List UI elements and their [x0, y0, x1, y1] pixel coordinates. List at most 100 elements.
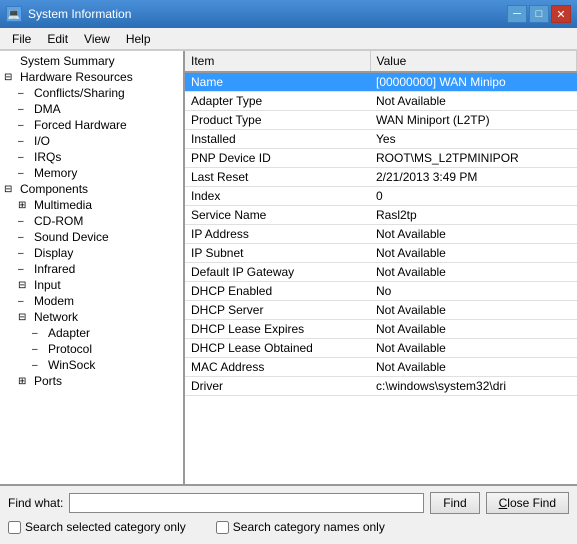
- maximize-button[interactable]: □: [529, 5, 549, 23]
- tree-label-components: Components: [20, 182, 88, 196]
- tree-item-conflicts-sharing[interactable]: –Conflicts/Sharing: [0, 85, 183, 101]
- menu-view[interactable]: View: [76, 30, 118, 48]
- cell-item: Name: [185, 72, 370, 92]
- cell-value: Not Available: [370, 244, 577, 263]
- tree-item-io[interactable]: –I/O: [0, 133, 183, 149]
- table-row[interactable]: Service NameRasl2tp: [185, 206, 577, 225]
- tree-item-modem[interactable]: –Modem: [0, 293, 183, 309]
- tree-label-sound-device: Sound Device: [34, 230, 109, 244]
- tree-icon-infrared: –: [18, 264, 32, 275]
- table-row[interactable]: InstalledYes: [185, 130, 577, 149]
- tree-label-winsock: WinSock: [48, 358, 95, 372]
- tree-item-protocol[interactable]: –Protocol: [0, 341, 183, 357]
- search-selected-category-label[interactable]: Search selected category only: [8, 520, 186, 534]
- cell-item: Installed: [185, 130, 370, 149]
- app-icon: 💻: [6, 6, 22, 22]
- column-item: Item: [185, 51, 370, 72]
- tree-item-multimedia[interactable]: ⊞Multimedia: [0, 197, 183, 213]
- table-panel[interactable]: Item Value Name[00000000] WAN MinipoAdap…: [185, 51, 577, 484]
- menu-file[interactable]: File: [4, 30, 39, 48]
- tree-item-forced-hardware[interactable]: –Forced Hardware: [0, 117, 183, 133]
- table-row[interactable]: Product TypeWAN Miniport (L2TP): [185, 111, 577, 130]
- cell-value: Not Available: [370, 225, 577, 244]
- tree-label-io: I/O: [34, 134, 50, 148]
- tree-item-sound-device[interactable]: –Sound Device: [0, 229, 183, 245]
- tree-icon-display: –: [18, 248, 32, 259]
- find-button[interactable]: Find: [430, 492, 479, 514]
- cell-item: Adapter Type: [185, 92, 370, 111]
- tree-item-memory[interactable]: –Memory: [0, 165, 183, 181]
- search-category-names-text: Search category names only: [233, 520, 385, 534]
- tree-icon-components: ⊟: [4, 184, 18, 195]
- menu-help[interactable]: Help: [118, 30, 159, 48]
- tree-label-system-summary: System Summary: [20, 54, 115, 68]
- tree-icon-forced-hardware: –: [18, 120, 32, 131]
- tree-label-cd-rom: CD-ROM: [34, 214, 83, 228]
- tree-icon-dma: –: [18, 104, 32, 115]
- table-row[interactable]: DHCP EnabledNo: [185, 282, 577, 301]
- cell-value: Rasl2tp: [370, 206, 577, 225]
- tree-item-input[interactable]: ⊟Input: [0, 277, 183, 293]
- title-bar-controls: ─ □ ✕: [507, 5, 571, 23]
- tree-label-dma: DMA: [34, 102, 61, 116]
- table-row[interactable]: Default IP GatewayNot Available: [185, 263, 577, 282]
- table-row[interactable]: PNP Device IDROOT\MS_L2TPMINIPOR: [185, 149, 577, 168]
- tree-label-conflicts-sharing: Conflicts/Sharing: [34, 86, 125, 100]
- tree-icon-hardware-resources: ⊟: [4, 72, 18, 83]
- tree-item-components[interactable]: ⊟Components: [0, 181, 183, 197]
- tree-item-winsock[interactable]: –WinSock: [0, 357, 183, 373]
- tree-item-adapter[interactable]: –Adapter: [0, 325, 183, 341]
- cell-value: Not Available: [370, 320, 577, 339]
- table-row[interactable]: DHCP ServerNot Available: [185, 301, 577, 320]
- title-bar: 💻 System Information ─ □ ✕: [0, 0, 577, 28]
- tree-icon-sound-device: –: [18, 232, 32, 243]
- close-find-button[interactable]: Close Find: [486, 492, 569, 514]
- tree-item-system-summary[interactable]: System Summary: [0, 53, 183, 69]
- tree-panel[interactable]: System Summary⊟Hardware Resources–Confli…: [0, 51, 185, 484]
- table-row[interactable]: Index0: [185, 187, 577, 206]
- cell-item: Index: [185, 187, 370, 206]
- tree-item-cd-rom[interactable]: –CD-ROM: [0, 213, 183, 229]
- find-bar: Find what: Find Close Find Search select…: [0, 484, 577, 544]
- search-selected-category-checkbox[interactable]: [8, 521, 21, 534]
- cell-value: [00000000] WAN Minipo: [370, 72, 577, 92]
- cell-value: Not Available: [370, 263, 577, 282]
- tree-icon-input: ⊟: [18, 280, 32, 291]
- tree-label-infrared: Infrared: [34, 262, 75, 276]
- cell-value: No: [370, 282, 577, 301]
- tree-label-memory: Memory: [34, 166, 77, 180]
- table-row[interactable]: IP SubnetNot Available: [185, 244, 577, 263]
- table-row[interactable]: DHCP Lease ObtainedNot Available: [185, 339, 577, 358]
- close-button[interactable]: ✕: [551, 5, 571, 23]
- table-row[interactable]: Driverc:\windows\system32\dri: [185, 377, 577, 396]
- table-row[interactable]: MAC AddressNot Available: [185, 358, 577, 377]
- tree-label-adapter: Adapter: [48, 326, 90, 340]
- menu-edit[interactable]: Edit: [39, 30, 76, 48]
- minimize-button[interactable]: ─: [507, 5, 527, 23]
- tree-item-network[interactable]: ⊟Network: [0, 309, 183, 325]
- table-row[interactable]: DHCP Lease ExpiresNot Available: [185, 320, 577, 339]
- tree-item-irqs[interactable]: –IRQs: [0, 149, 183, 165]
- tree-item-dma[interactable]: –DMA: [0, 101, 183, 117]
- search-category-names-label[interactable]: Search category names only: [216, 520, 385, 534]
- tree-icon-network: ⊟: [18, 312, 32, 323]
- tree-item-hardware-resources[interactable]: ⊟Hardware Resources: [0, 69, 183, 85]
- cell-item: IP Subnet: [185, 244, 370, 263]
- find-row2: Search selected category only Search cat…: [8, 520, 569, 534]
- tree-icon-cd-rom: –: [18, 216, 32, 227]
- tree-label-hardware-resources: Hardware Resources: [20, 70, 133, 84]
- find-input[interactable]: [69, 493, 424, 513]
- tree-item-display[interactable]: –Display: [0, 245, 183, 261]
- tree-label-ports: Ports: [34, 374, 62, 388]
- cell-value: ROOT\MS_L2TPMINIPOR: [370, 149, 577, 168]
- cell-value: 0: [370, 187, 577, 206]
- table-row[interactable]: Name[00000000] WAN Minipo: [185, 72, 577, 92]
- table-row[interactable]: Adapter TypeNot Available: [185, 92, 577, 111]
- tree-item-infrared[interactable]: –Infrared: [0, 261, 183, 277]
- table-row[interactable]: IP AddressNot Available: [185, 225, 577, 244]
- tree-item-ports[interactable]: ⊞Ports: [0, 373, 183, 389]
- table-header: Item Value: [185, 51, 577, 72]
- search-category-names-checkbox[interactable]: [216, 521, 229, 534]
- tree-icon-conflicts-sharing: –: [18, 88, 32, 99]
- table-row[interactable]: Last Reset2/21/2013 3:49 PM: [185, 168, 577, 187]
